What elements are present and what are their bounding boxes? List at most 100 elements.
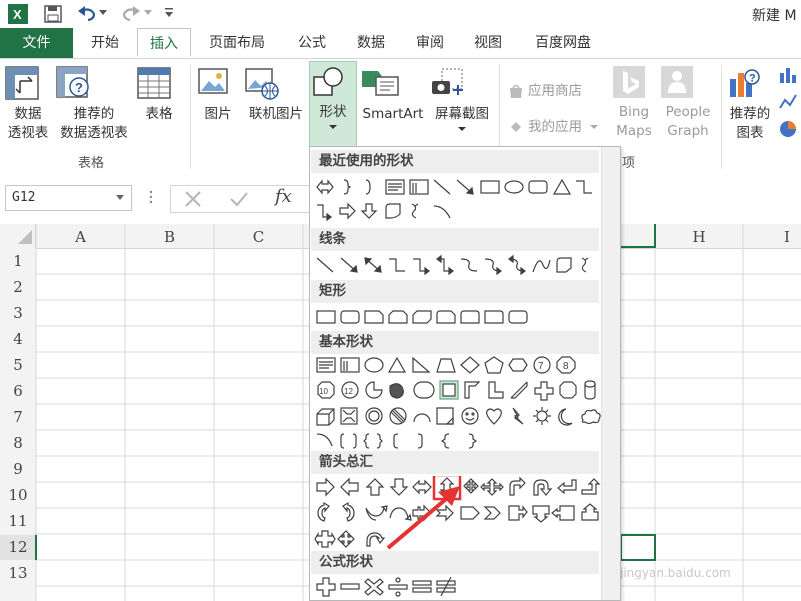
enter-icon[interactable] [229,190,249,208]
my-apps-button[interactable]: 我的应用 [508,115,599,135]
row-header-11[interactable]: 11 [0,512,36,530]
people-graph-button[interactable]: People Graph [660,65,716,141]
recent-shapes-row[interactable] [314,176,604,226]
recommended-charts-label-1: 推荐的 [729,106,771,122]
shapes-label: 形状 [319,104,347,120]
name-box[interactable]: G12 [5,185,132,211]
store-icon [508,83,524,99]
svg-text:?: ? [75,80,83,95]
smartart-label: SmartArt [362,106,424,122]
tab-baidu-netdisk[interactable]: 百度网盘 [524,28,602,58]
my-apps-icon [508,119,524,135]
row-header-4[interactable]: 4 [0,330,36,348]
my-apps-label: 我的应用 [528,119,582,135]
smartart-button[interactable]: SmartArt [358,65,428,124]
shapes-button[interactable]: 形状 [309,61,357,147]
bing-maps-button[interactable]: Bing Maps [612,65,656,141]
undo-dropdown-icon[interactable] [99,10,107,15]
customize-qat-icon[interactable] [165,8,173,18]
bing-maps-label-2: Maps [616,123,652,139]
recommended-charts-button[interactable]: ? 推荐的 图表 [726,65,774,143]
row-header-10[interactable]: 10 [0,486,36,504]
screenshot-dropdown-icon [458,127,466,131]
window-title: 新建 M [752,8,797,24]
shapes-dropdown-icon [329,125,337,129]
row-header-8[interactable]: 8 [0,434,36,452]
redo-icon[interactable] [120,4,142,24]
redo-dropdown-icon[interactable] [144,10,152,15]
row-header-7[interactable]: 7 [0,408,36,426]
line-chart-icon[interactable] [778,92,798,112]
excel-logo-icon: X [8,4,28,24]
people-graph-label-1: People [665,104,711,120]
tab-file[interactable]: 文件 [0,28,73,58]
bing-maps-label-1: Bing [618,104,650,120]
tab-data[interactable]: 数据 [345,28,397,58]
pivottable-label-2: 透视表 [7,125,49,141]
app-store-button[interactable]: 应用商店 [508,79,582,99]
tab-page-layout[interactable]: 页面布局 [198,28,276,58]
tab-view[interactable]: 视图 [462,28,514,58]
ribbon-separator [190,65,191,169]
people-graph-icon [660,65,716,99]
recommended-pivottables-button[interactable]: ? 推荐的 数据透视表 [55,65,133,143]
screenshot-label: 屏幕截图 [435,106,489,122]
section-recent-shapes: 最近使用的形状 [311,150,599,173]
annotation-arrow [386,486,460,550]
pivottable-label-1: 数据 [14,106,42,122]
row-header-9[interactable]: 9 [0,460,36,478]
online-pictures-icon [244,65,308,101]
tab-review[interactable]: 审阅 [404,28,456,58]
svg-text:?: ? [749,73,756,85]
tab-home[interactable]: 开始 [78,28,132,58]
watermark: jingyan.baidu.com [620,566,731,580]
basic-shapes-grid[interactable]: 7 8 10 12 [314,354,604,454]
title-bar: X 新建 M [0,0,801,28]
recommended-pivottables-label-1: 推荐的 [73,106,115,122]
svg-text:X: X [13,7,22,22]
online-pictures-label: 联机图片 [249,106,303,122]
group-label-apps: 项 [622,156,636,171]
row-header-13[interactable]: 13 [0,564,36,582]
undo-icon[interactable] [76,4,98,24]
recommended-pivottables-label-2: 数据透视表 [60,125,128,141]
row-header-3[interactable]: 3 [0,304,36,322]
shapes-icon [310,65,356,99]
pie-chart-icon[interactable] [778,119,798,139]
smartart-icon [358,65,428,101]
group-label-tables: 表格 [78,156,105,171]
screenshot-icon [430,65,494,101]
tab-formulas[interactable]: 公式 [286,28,338,58]
screenshot-button[interactable]: 屏幕截图 [430,65,494,131]
save-icon[interactable] [44,5,62,23]
svg-text:7: 7 [538,361,544,372]
tab-insert[interactable]: 插入 [137,28,191,57]
picture-icon [195,65,241,101]
people-graph-label-2: Graph [667,123,709,139]
insert-function-icon[interactable]: fx [275,186,292,207]
picture-label: 图片 [204,106,232,122]
lines-row[interactable] [314,254,604,278]
column-chart-icon[interactable] [778,65,798,85]
cancel-icon[interactable] [184,190,202,208]
row-header-6[interactable]: 6 [0,382,36,400]
equation-shapes-row[interactable] [314,575,604,599]
recommended-charts-label-2: 图表 [736,125,764,141]
svg-text:8: 8 [563,361,569,372]
my-apps-dropdown-icon [590,125,599,129]
svg-text:10: 10 [319,387,328,396]
row-header-5[interactable]: 5 [0,356,36,374]
more-options-icon[interactable] [149,189,153,205]
rectangles-row[interactable] [314,306,604,330]
pivottable-button[interactable]: 数据 透视表 [4,65,52,143]
name-box-dropdown-icon[interactable] [116,195,124,200]
picture-button[interactable]: 图片 [195,65,241,124]
row-header-12[interactable]: 12 [0,538,36,556]
table-button[interactable]: 表格 [136,65,182,124]
app-store-label: 应用商店 [528,83,582,99]
pivottable-icon [4,65,52,101]
row-header-1[interactable]: 1 [0,252,36,270]
bing-maps-icon [612,65,656,99]
row-header-2[interactable]: 2 [0,278,36,296]
online-pictures-button[interactable]: 联机图片 [244,65,308,124]
